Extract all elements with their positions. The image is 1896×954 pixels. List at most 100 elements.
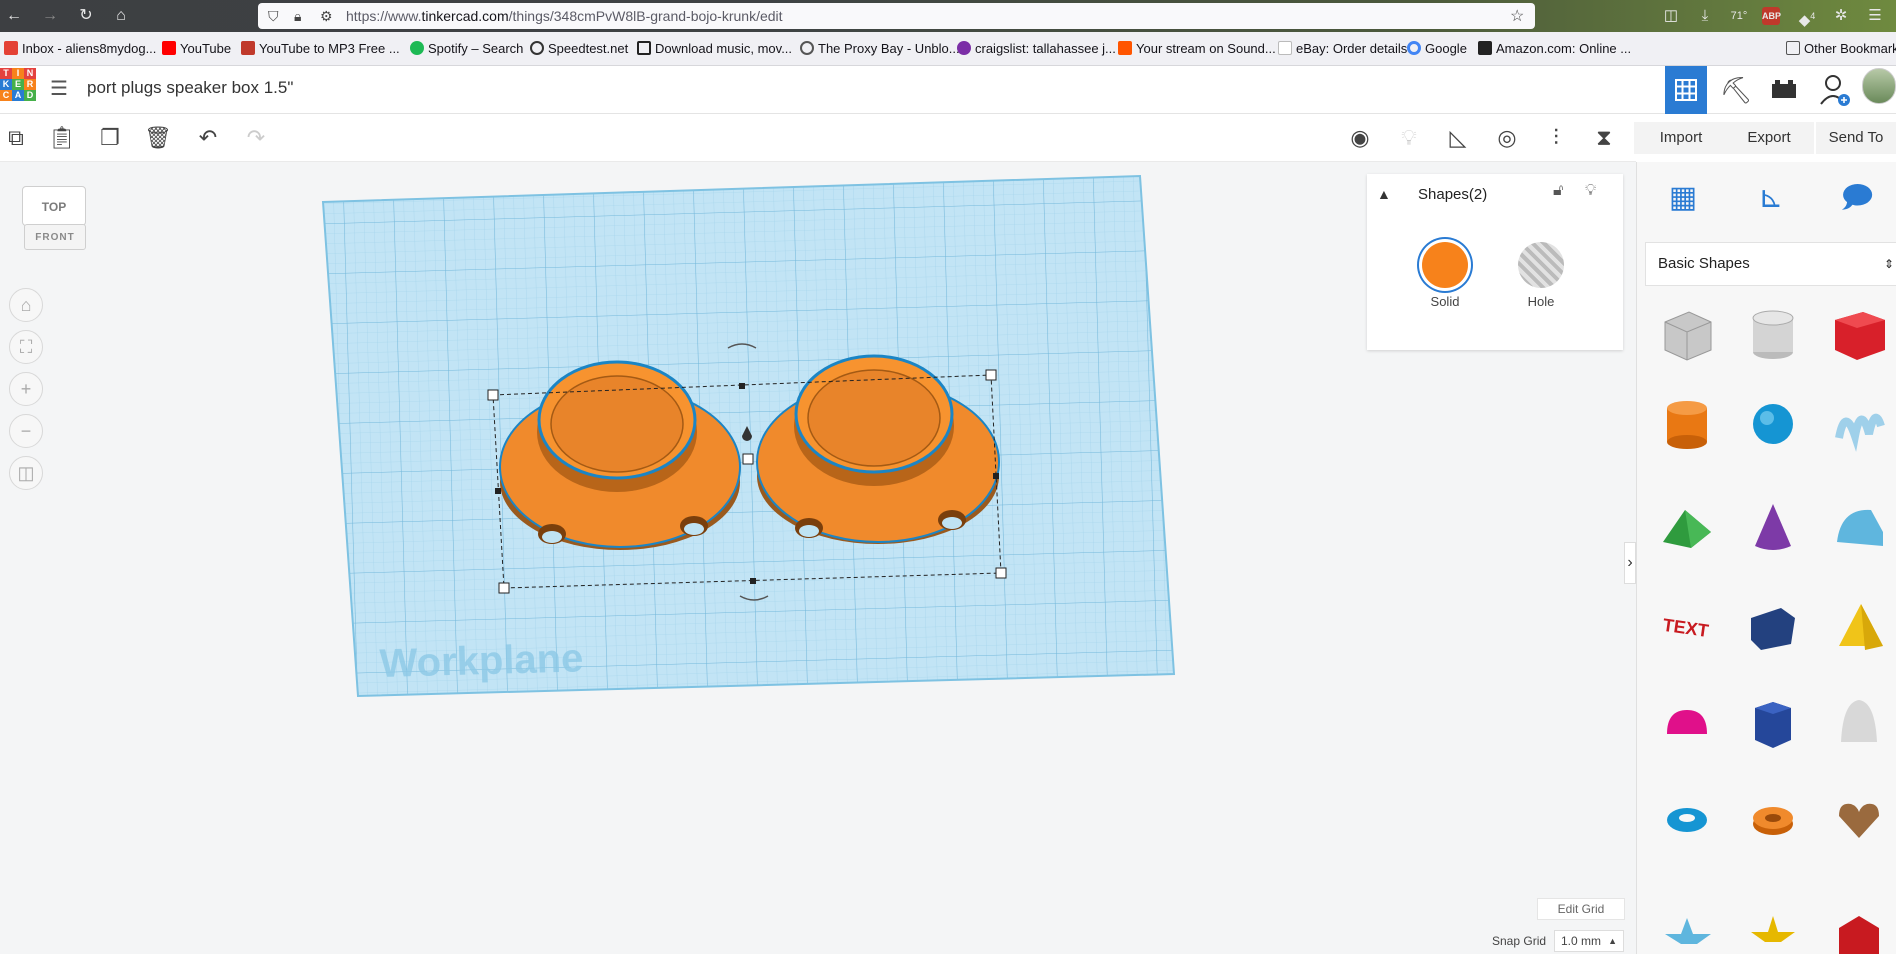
panel-toggle-icon[interactable]: › [1624, 542, 1636, 584]
polygon-shape[interactable] [1745, 598, 1801, 654]
light-bulb-icon[interactable]: 💡︎ [1393, 122, 1425, 154]
reload-icon[interactable]: ↻ [76, 6, 96, 26]
resize-handle[interactable] [995, 567, 1007, 579]
copy-icon[interactable]: ⧉ [0, 122, 32, 154]
extension-gear-icon[interactable]: ✲ [1830, 5, 1852, 27]
snap-grid-select[interactable]: 1.0 mm ▲ [1554, 930, 1624, 952]
view-cube-top[interactable]: TOP [22, 186, 86, 226]
fit-view-icon[interactable]: ⛶ [9, 330, 43, 364]
sphere-shape[interactable] [1745, 396, 1801, 452]
undo-icon[interactable]: ↶ [192, 122, 224, 154]
group-icon[interactable]: ◺ [1442, 122, 1474, 154]
ruler-tab-icon[interactable]: ⊾ [1747, 174, 1795, 222]
heart-shape[interactable] [1831, 790, 1887, 846]
bookmark-item[interactable]: Spotify – Search [410, 41, 523, 56]
url-text[interactable]: https://www.tinkercad.com/things/348cmPv… [346, 8, 783, 24]
extension-icon[interactable]: ◆4 [1796, 5, 1818, 29]
cone-shape[interactable] [1745, 498, 1801, 554]
duplicate-icon[interactable]: ❐ [94, 122, 126, 154]
bookmark-item[interactable]: YouTube to MP3 Free ... [241, 41, 400, 56]
bookmark-item[interactable]: Inbox - aliens8mydog... [4, 41, 156, 56]
mirror-icon[interactable]: ⧗ [1588, 122, 1620, 154]
bookmark-item[interactable]: craigslist: tallahassee j... [957, 41, 1116, 56]
unlock-icon[interactable]: 🔓︎ [1553, 182, 1563, 200]
redo-icon[interactable]: ↷ [240, 122, 272, 154]
zoom-in-icon[interactable]: + [9, 372, 43, 406]
shape-category-select[interactable]: Basic Shapes ⇕ [1645, 242, 1896, 286]
round-roof-shape[interactable] [1831, 498, 1887, 554]
3d-view-button[interactable] [1665, 66, 1707, 114]
ungroup-icon[interactable]: ◎ [1491, 122, 1523, 154]
resize-handle[interactable] [498, 582, 510, 594]
permissions-icon[interactable]: ⚙ [320, 8, 333, 25]
perspective-icon[interactable]: ◫ [9, 456, 43, 490]
back-icon[interactable]: ← [4, 6, 24, 26]
design-title[interactable]: port plugs speaker box 1.5" [87, 78, 293, 98]
edit-grid-button[interactable]: Edit Grid [1537, 898, 1625, 920]
view-cube-front[interactable]: FRONT [24, 224, 86, 250]
adblock-icon[interactable]: ABP [1762, 7, 1781, 25]
text-shape[interactable]: TEXT [1659, 598, 1715, 654]
workplane-tab-icon[interactable]: ▦ [1659, 174, 1707, 222]
roof-shape[interactable] [1659, 498, 1715, 554]
url-bar[interactable]: ⛉ 🔒︎ ⚙ https://www.tinkercad.com/things/… [258, 3, 1535, 29]
bookmark-item[interactable]: Your stream on Sound... [1118, 41, 1276, 56]
cylinder-shape[interactable] [1659, 396, 1715, 452]
user-add-icon[interactable] [1816, 70, 1856, 110]
hole-swatch[interactable] [1518, 242, 1564, 288]
resize-handle[interactable] [985, 369, 997, 381]
downloads-icon[interactable]: ⤓ [1694, 5, 1716, 27]
paste-icon[interactable]: 📋︎ [46, 122, 78, 154]
torus-shape[interactable] [1659, 790, 1715, 846]
bookmark-item[interactable]: Amazon.com: Online ... [1478, 41, 1631, 56]
visibility-bulb-icon[interactable]: 💡︎ [1585, 182, 1596, 200]
bookmark-item[interactable]: Download music, mov... [637, 41, 792, 56]
paraboloid-shape[interactable] [1831, 694, 1887, 750]
tinkercad-logo[interactable]: T I N K E R C A D [0, 68, 36, 112]
cylinder-hole-shape[interactable] [1745, 306, 1801, 362]
avatar[interactable] [1862, 68, 1896, 104]
bookmark-item[interactable]: Google [1407, 41, 1467, 56]
bookmark-item[interactable]: The Proxy Bay - Unblo... [800, 41, 960, 56]
bookmark-star-icon[interactable]: ☆ [1510, 6, 1524, 26]
weather-icon[interactable]: 71° [1728, 5, 1750, 27]
bookmark-item[interactable]: YouTube [162, 41, 231, 56]
show-notes-icon[interactable]: ◉ [1344, 122, 1376, 154]
pickaxe-icon[interactable]: ⛏ [1716, 70, 1756, 110]
other-bookmarks[interactable]: Other Bookmarks [1786, 41, 1896, 56]
export-button[interactable]: Export [1724, 122, 1814, 154]
home-icon[interactable]: ⌂ [111, 6, 131, 26]
zoom-out-icon[interactable]: − [9, 414, 43, 448]
view-cube[interactable]: TOP FRONT [22, 186, 88, 262]
star-shape[interactable] [1659, 898, 1715, 954]
bookmark-item[interactable]: eBay: Order details [1278, 41, 1407, 56]
height-handle[interactable] [742, 453, 754, 465]
edge-handle[interactable] [750, 578, 756, 584]
half-sphere-shape[interactable] [1659, 694, 1715, 750]
scribble-shape[interactable] [1831, 396, 1887, 452]
edge-handle[interactable] [993, 473, 999, 479]
box-hole-shape[interactable] [1659, 306, 1715, 362]
menu-icon[interactable]: ☰ [1864, 5, 1886, 27]
pyramid-shape[interactable] [1831, 598, 1887, 654]
home-view-icon[interactable]: ⌂ [9, 288, 43, 322]
align-icon[interactable]: ⫶ [1540, 122, 1572, 154]
box-shape[interactable] [1831, 306, 1887, 362]
edge-handle[interactable] [495, 488, 501, 494]
icosahedron-shape[interactable] [1831, 898, 1887, 954]
pocket-icon[interactable]: ◫ [1660, 5, 1682, 27]
notes-tab-icon[interactable]: 🗩︎ [1833, 174, 1881, 222]
bricks-icon[interactable] [1764, 70, 1804, 110]
edge-handle[interactable] [739, 383, 745, 389]
import-button[interactable]: Import [1634, 122, 1728, 154]
forward-icon[interactable]: → [40, 6, 60, 26]
resize-handle[interactable] [487, 389, 499, 401]
designs-list-icon[interactable]: ☰ [50, 78, 72, 100]
star-gold-shape[interactable] [1745, 898, 1801, 954]
send-to-button[interactable]: Send To [1816, 122, 1896, 154]
delete-icon[interactable]: 🗑︎ [142, 122, 174, 154]
bookmark-item[interactable]: Speedtest.net [530, 41, 628, 56]
tube-shape[interactable] [1745, 790, 1801, 846]
hexagonal-prism-shape[interactable] [1745, 694, 1801, 750]
solid-swatch[interactable] [1422, 242, 1468, 288]
